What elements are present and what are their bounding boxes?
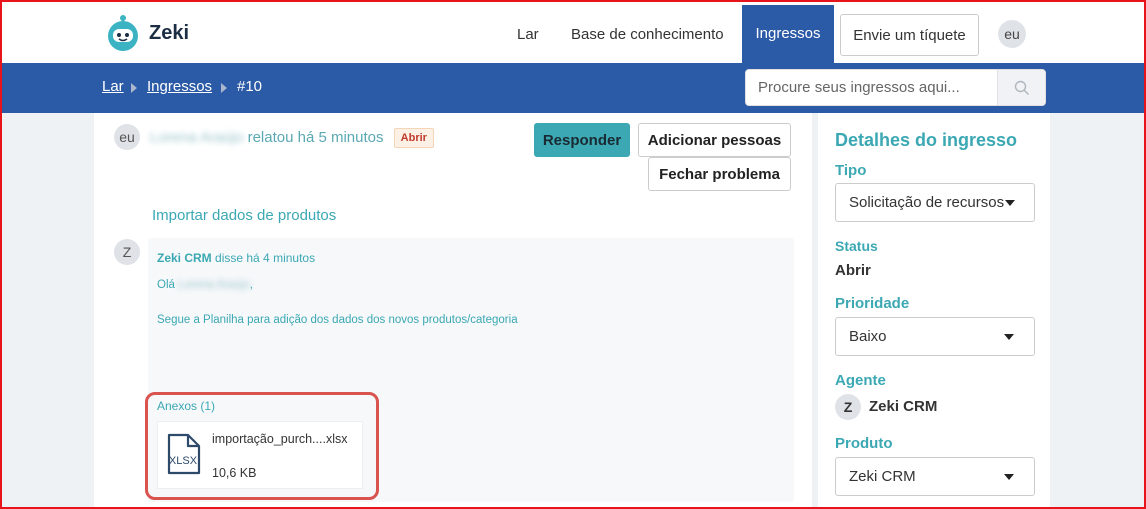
reply-button[interactable]: Responder: [534, 123, 630, 157]
message-greeting: Olá Lorena Araújo,: [157, 279, 253, 291]
search-input[interactable]: [746, 70, 997, 105]
chevron-down-icon: [1004, 334, 1014, 340]
status-badge: Abrir: [393, 128, 434, 148]
attachments-title: Anexos (1): [157, 399, 216, 413]
agent-avatar: Z: [835, 394, 861, 420]
greeting-word: Olá: [157, 279, 175, 291]
submit-ticket-button[interactable]: Envie um tíquete: [840, 14, 979, 56]
xlsx-file-icon[interactable]: XLSX: [166, 433, 202, 475]
attachment-filename[interactable]: importação_purch....xlsx: [212, 430, 357, 448]
type-value: Solicitação de recursos: [849, 194, 1005, 211]
status-label: Status: [835, 238, 878, 254]
breadcrumb-current: #10: [237, 78, 263, 95]
message-time: disse há 4 minutos: [215, 251, 316, 265]
agent-name: Zeki CRM: [869, 398, 938, 415]
sender-name: Zeki CRM: [157, 251, 212, 265]
zeki-robot-logo-icon[interactable]: [104, 14, 142, 52]
priority-label: Prioridade: [835, 295, 910, 312]
ticket-search: [745, 69, 1046, 106]
ticket-details-title: Detalhes do ingresso: [835, 130, 1018, 150]
search-button[interactable]: [997, 70, 1045, 105]
type-label: Tipo: [835, 162, 867, 179]
greeting-comma: ,: [249, 279, 253, 291]
add-people-button[interactable]: Adicionar pessoas: [638, 123, 791, 157]
product-label: Produto: [835, 435, 893, 452]
file-type-label: XLSX: [169, 455, 198, 467]
close-issue-button[interactable]: Fechar problema: [648, 157, 791, 191]
chevron-down-icon: [1005, 200, 1015, 206]
agent-label: Agente: [835, 372, 886, 389]
ticket-subject: Importar dados de produtos: [152, 207, 337, 224]
ticket-meta: Lorena Araújo relatou há 5 minutos Abrir: [150, 128, 434, 148]
chevron-down-icon: [1004, 474, 1014, 480]
nav-link-ingressos[interactable]: Ingressos: [742, 5, 834, 63]
nav-link-lar[interactable]: Lar: [517, 26, 539, 43]
message-header: Zeki CRM disse há 4 minutos: [157, 251, 315, 265]
breadcrumb-separator-icon: [131, 83, 137, 93]
reported-time: relatou há 5 minutos: [247, 128, 384, 146]
breadcrumb-lar[interactable]: Lar: [102, 78, 124, 95]
message-body: Segue a Planilha para adição dos dados d…: [157, 314, 518, 326]
priority-value: Baixo: [849, 328, 887, 345]
brand-name[interactable]: Zeki: [149, 22, 189, 45]
top-navigation: Zeki Lar Base de conhecimento Ingressos …: [0, 0, 1146, 63]
sender-avatar: Z: [114, 239, 140, 265]
search-icon: [1014, 80, 1029, 95]
user-avatar[interactable]: eu: [998, 20, 1026, 48]
greeting-recipient: Lorena Araújo: [178, 279, 250, 291]
nav-link-knowledge-base[interactable]: Base de conhecimento: [571, 26, 724, 43]
author-name: Lorena Araújo: [150, 128, 244, 146]
breadcrumb-ingressos[interactable]: Ingressos: [147, 78, 212, 95]
attachment-size: 10,6 KB: [212, 466, 257, 480]
product-value: Zeki CRM: [849, 468, 916, 485]
status-value: Abrir: [835, 262, 871, 279]
author-avatar: eu: [114, 124, 140, 150]
breadcrumb-separator-icon: [221, 83, 227, 93]
